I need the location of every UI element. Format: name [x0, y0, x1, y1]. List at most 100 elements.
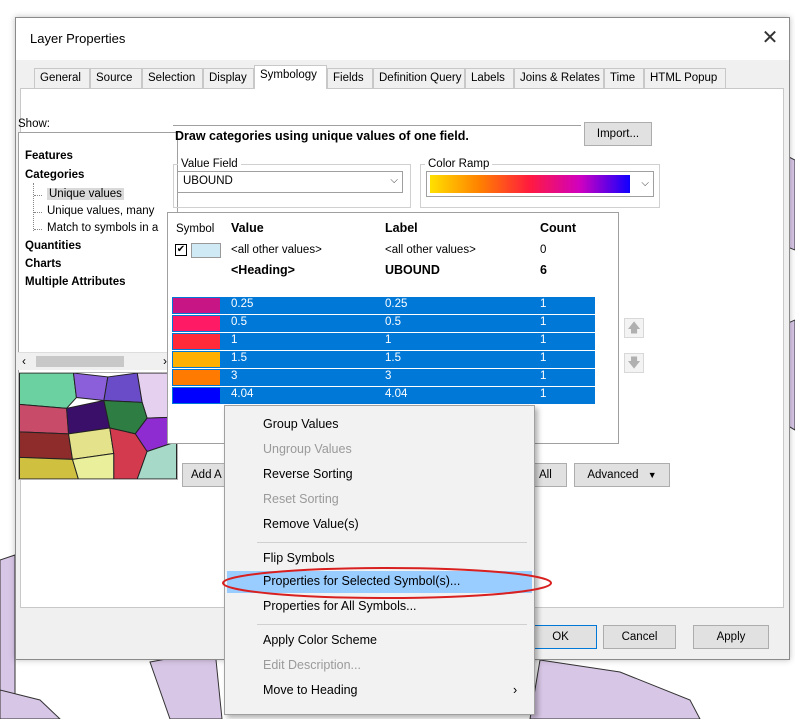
show-tree[interactable]: Features Categories Unique values Unique va… [18, 132, 178, 378]
row-count: 1 [540, 370, 547, 382]
show-tree-item[interactable]: Multiple Attributes [25, 276, 126, 288]
close-icon: ✕ [761, 27, 779, 49]
dialog-title: Layer Properties [30, 31, 126, 46]
tab-definition-query[interactable]: Definition Query [373, 68, 465, 88]
dropdown-arrow-icon: ▼ [647, 470, 657, 480]
menu-item-remove-value-s[interactable]: Remove Value(s) [263, 517, 359, 531]
symbol-swatch[interactable] [172, 369, 221, 386]
value-field-select[interactable]: UBOUND ⌵ [177, 171, 403, 193]
row-count: 1 [540, 334, 547, 346]
row-value: 0.5 [231, 316, 247, 328]
row-count: 1 [540, 352, 547, 364]
menu-item-group-values[interactable]: Group Values [263, 417, 339, 431]
import-button[interactable]: Import... [584, 122, 652, 146]
symbol-swatch[interactable] [172, 297, 221, 314]
apply-button[interactable]: Apply [693, 625, 769, 649]
menu-item-ungroup-values: Ungroup Values [263, 442, 352, 456]
symbol-swatch[interactable] [172, 333, 221, 350]
table-row[interactable]: 1.5 1.5 1 [172, 351, 595, 368]
tree-connector [34, 229, 42, 230]
table-row[interactable]: 3 3 1 [172, 369, 595, 386]
row-label: 4.04 [385, 388, 408, 400]
row-count: 1 [540, 388, 547, 400]
other-values-swatch[interactable] [191, 243, 221, 258]
tab-fields[interactable]: Fields [327, 68, 373, 88]
tab-joins-relates[interactable]: Joins & Relates [514, 68, 604, 88]
color-ramp-title: Color Ramp [425, 158, 493, 170]
row-count: 1 [540, 316, 547, 328]
row-count: 1 [540, 298, 547, 310]
row-label: 1 [385, 334, 392, 346]
annotation-ellipse [222, 567, 552, 599]
show-tree-item[interactable]: Unique values, many [47, 205, 154, 217]
table-row[interactable]: 0.5 0.5 1 [172, 315, 595, 332]
tree-horizontal-scrollbar[interactable]: ‹ › [18, 352, 178, 370]
arrow-down-icon: 🡇 [627, 355, 641, 370]
tree-connector [34, 212, 42, 213]
tab-display[interactable]: Display [203, 68, 254, 88]
col-header-count[interactable]: Count [540, 221, 576, 235]
symbol-swatch[interactable] [172, 315, 221, 332]
row-value: 1 [231, 334, 238, 346]
cancel-button[interactable]: Cancel [603, 625, 676, 649]
menu-item-properties-for-all-symbols[interactable]: Properties for All Symbols... [263, 599, 417, 613]
row-value: 1.5 [231, 352, 247, 364]
tree-connector [34, 195, 42, 196]
row-label: 3 [385, 370, 392, 382]
close-button[interactable]: ✕ [756, 24, 784, 52]
col-header-symbol[interactable]: Symbol [176, 223, 214, 235]
tab-symbology[interactable]: Symbology [254, 65, 327, 89]
advanced-button[interactable]: Advanced ▼ [574, 463, 670, 487]
tab-time[interactable]: Time [604, 68, 644, 88]
symbol-swatch[interactable] [172, 351, 221, 368]
tab-source[interactable]: Source [90, 68, 142, 88]
heading-count: 6 [540, 263, 547, 277]
show-tree-item[interactable]: Match to symbols in a [47, 222, 158, 234]
row-label: 0.25 [385, 298, 408, 310]
other-values-count: 0 [540, 244, 547, 256]
heading-label: UBOUND [385, 263, 440, 277]
menu-item-reverse-sorting[interactable]: Reverse Sorting [263, 467, 353, 481]
menu-item-move-to-heading[interactable]: Move to Heading [263, 683, 358, 697]
other-values-checkbox[interactable]: ✔ [175, 244, 187, 256]
show-label: Show: [18, 118, 50, 130]
row-value: 4.04 [231, 388, 254, 400]
show-tree-item[interactable]: Unique values [47, 188, 124, 200]
move-down-button[interactable]: 🡇 [624, 353, 644, 373]
show-tree-item[interactable]: Categories [25, 169, 84, 181]
chevron-down-icon: ⌵ [390, 175, 398, 186]
tab-general[interactable]: General [34, 68, 90, 88]
menu-separator [257, 624, 527, 625]
symbol-preview-map [18, 372, 178, 480]
row-value: 3 [231, 370, 238, 382]
menu-item-edit-description: Edit Description... [263, 658, 361, 672]
other-values-label: <all other values> [385, 244, 476, 256]
scroll-left-icon[interactable]: ‹ [22, 354, 26, 368]
advanced-label: Advanced [587, 469, 639, 481]
show-tree-item[interactable]: Quantities [25, 240, 81, 252]
table-row[interactable]: 4.04 4.04 1 [172, 387, 595, 404]
col-header-label[interactable]: Label [385, 221, 418, 235]
value-field-title: Value Field [178, 158, 241, 170]
show-tree-item[interactable]: Features [25, 150, 73, 162]
show-tree-item[interactable]: Charts [25, 258, 61, 270]
menu-item-reset-sorting: Reset Sorting [263, 492, 339, 506]
color-ramp-swatch [430, 175, 630, 193]
move-up-button[interactable]: 🡅 [624, 318, 644, 338]
menu-item-flip-symbols[interactable]: Flip Symbols [263, 551, 335, 565]
tab-html-popup[interactable]: HTML Popup [644, 68, 726, 88]
row-value: 0.25 [231, 298, 254, 310]
scroll-thumb[interactable] [36, 356, 124, 367]
table-row[interactable]: 1 1 1 [172, 333, 595, 350]
symbol-swatch[interactable] [172, 387, 221, 404]
remove-all-button[interactable]: All [530, 463, 567, 487]
color-ramp-select[interactable]: ⌵ [426, 171, 654, 197]
row-label: 1.5 [385, 352, 401, 364]
menu-item-apply-color-scheme[interactable]: Apply Color Scheme [263, 633, 377, 647]
row-label: 0.5 [385, 316, 401, 328]
tab-selection[interactable]: Selection [142, 68, 203, 88]
table-row[interactable]: 0.25 0.25 1 [172, 297, 595, 314]
chevron-down-icon: ⌵ [641, 178, 649, 189]
tab-labels[interactable]: Labels [465, 68, 514, 88]
col-header-value[interactable]: Value [231, 221, 264, 235]
